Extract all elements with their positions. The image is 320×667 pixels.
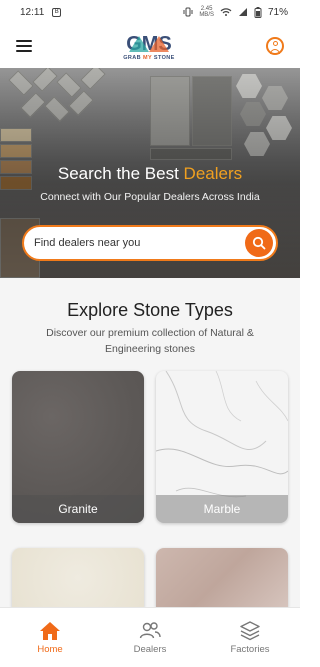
users-icon xyxy=(139,621,161,638)
profile-icon[interactable] xyxy=(265,37,284,55)
nav-label: Factories xyxy=(230,643,270,655)
stone-card-partial[interactable] xyxy=(12,548,144,608)
stone-card-label: Marble xyxy=(156,495,288,523)
stone-card-granite[interactable]: Granite xyxy=(12,371,144,523)
section-description: Discover our premium collection of Natur… xyxy=(46,327,254,355)
dealer-search-bar xyxy=(22,225,278,261)
hero-banner: Search the Best Dealers Connect with Our… xyxy=(0,68,300,278)
home-icon xyxy=(40,621,60,640)
wifi-icon xyxy=(220,8,232,16)
nav-label: Dealers xyxy=(133,643,167,655)
hero-title-highlight: Dealers xyxy=(183,164,243,183)
menu-icon[interactable] xyxy=(16,40,32,52)
stone-card-label: Granite xyxy=(12,495,144,523)
app-header: GMS GRAB MY STONE xyxy=(0,24,300,68)
network-speed: 2.45 MB/S xyxy=(199,6,214,18)
hero-title: Search the Best Dealers xyxy=(57,164,243,183)
nav-home[interactable]: Home xyxy=(10,621,90,655)
nav-dealers[interactable]: Dealers xyxy=(110,621,190,655)
notification-icon: B xyxy=(52,7,62,17)
search-icon xyxy=(252,236,266,250)
logo-mark: GMS xyxy=(126,33,172,54)
battery-icon xyxy=(254,6,262,18)
bottom-nav: Home Dealers Factories xyxy=(0,607,300,667)
layers-icon xyxy=(240,620,260,640)
stone-card-marble[interactable]: Marble xyxy=(156,371,288,523)
nav-factories[interactable]: Factories xyxy=(210,620,290,655)
vibrate-icon xyxy=(183,7,193,17)
explore-section: Explore Stone Types Discover our premium… xyxy=(0,278,300,608)
logo[interactable]: GMS GRAB MY STONE xyxy=(123,32,174,61)
signal-icon xyxy=(238,8,247,16)
battery-level: 71% xyxy=(267,6,288,18)
section-title: Explore Stone Types xyxy=(67,300,233,320)
hero-subtitle: Connect with Our Popular Dealers Across … xyxy=(40,191,260,203)
nav-label: Home xyxy=(37,643,63,655)
status-bar: 12:11 B 2.45 MB/S 71% xyxy=(0,0,300,24)
search-button[interactable] xyxy=(245,229,273,257)
dealer-search-input[interactable] xyxy=(34,237,234,249)
status-time: 12:11 xyxy=(20,6,45,18)
stone-card-partial[interactable] xyxy=(156,548,288,608)
logo-text: GRAB MY STONE xyxy=(123,54,175,61)
